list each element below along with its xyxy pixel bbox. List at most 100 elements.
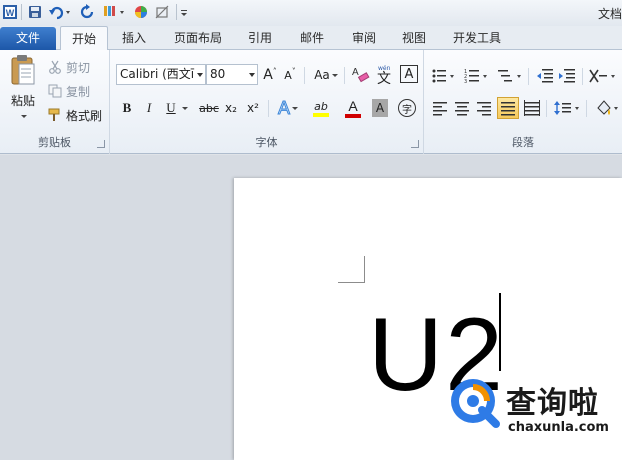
italic-button[interactable]: I: [140, 98, 158, 118]
font-dialog-launcher[interactable]: [411, 140, 419, 148]
phonetic-guide-button[interactable]: wén 文: [374, 63, 396, 85]
char-shading-button[interactable]: A: [372, 99, 388, 117]
watermark-logo-icon: [451, 379, 500, 428]
chevron-down-icon: [21, 115, 27, 118]
paragraph-group-label: 段落: [512, 136, 534, 149]
tab-home[interactable]: 开始: [60, 26, 108, 51]
char-border-label: A: [404, 66, 414, 82]
window-title: 文档: [597, 7, 622, 21]
line-spacing-icon[interactable]: [554, 100, 582, 116]
text-effects-label: A: [277, 97, 290, 118]
ribbon: 粘贴 剪切 复制 格式刷 剪贴板 Calibri (西文ī 80 A ˄ A ˅…: [0, 50, 622, 154]
chevron-down-icon: [181, 106, 188, 110]
grow-font-button[interactable]: A ˄: [262, 65, 278, 85]
bullets-icon[interactable]: [432, 68, 456, 84]
font-size-value: 80: [210, 67, 226, 81]
tab-insert[interactable]: 插入: [112, 26, 156, 50]
phonetic-glyph: 文: [377, 71, 391, 85]
paste-button[interactable]: 粘贴: [4, 54, 42, 134]
scissors-icon: [49, 60, 61, 74]
customize-qat-icon[interactable]: [179, 4, 189, 20]
enclose-characters-button[interactable]: 字: [396, 97, 418, 119]
numbering-icon[interactable]: 1 2 3: [464, 68, 490, 84]
font-size-combo[interactable]: 80: [206, 64, 258, 85]
tab-developer[interactable]: 开发工具: [446, 26, 508, 50]
justify-icon: [501, 102, 515, 116]
copy-label: 复制: [66, 84, 91, 99]
svg-text:W: W: [6, 8, 15, 18]
chevron-down-icon: [249, 73, 255, 77]
change-case-label: Aa: [314, 68, 330, 82]
eraser-icon: A: [352, 67, 370, 83]
separator: [304, 67, 305, 84]
copy-icon: [48, 84, 62, 98]
align-center-icon[interactable]: [454, 100, 470, 116]
color-wheel-icon[interactable]: [133, 4, 149, 20]
bold-button[interactable]: B: [118, 98, 136, 118]
phonetic-guide-icon: wén 文: [377, 65, 391, 85]
redo-icon[interactable]: [80, 4, 96, 20]
strikethrough-button[interactable]: abc: [198, 98, 220, 118]
paragraph-group: 1 2 3 段落: [424, 50, 622, 154]
tab-mailings[interactable]: 邮件: [292, 26, 332, 50]
chevron-down-icon: [197, 73, 203, 77]
shrink-font-button[interactable]: A ˅: [282, 65, 298, 85]
text-cursor: [499, 293, 501, 371]
grow-font-label: A: [263, 67, 273, 83]
cut-button[interactable]: 剪切: [48, 58, 90, 76]
font-name-combo[interactable]: Calibri (西文ī: [116, 64, 206, 85]
change-case-button[interactable]: Aa: [312, 65, 340, 85]
font-color-bar: [345, 114, 361, 118]
underline-label: U: [166, 100, 176, 115]
format-painter-button[interactable]: 格式刷: [48, 106, 102, 124]
separator: [528, 68, 529, 85]
clipboard-dialog-launcher[interactable]: [97, 140, 105, 148]
format-painter-label: 格式刷: [66, 108, 103, 123]
cut-label: 剪切: [66, 60, 91, 75]
caret-down-icon: ˅: [291, 66, 296, 76]
superscript-button[interactable]: x²: [244, 98, 262, 118]
char-border-button[interactable]: A: [400, 65, 418, 83]
align-right-icon[interactable]: [476, 100, 492, 116]
clear-formatting-button[interactable]: A: [350, 63, 370, 85]
tab-page-layout[interactable]: 页面布局: [164, 26, 232, 50]
separator: [176, 4, 177, 20]
highlight-label: ab: [314, 99, 328, 113]
font-group-label: 字体: [255, 136, 278, 149]
tab-file[interactable]: 文件: [0, 27, 56, 50]
decrease-indent-icon[interactable]: [536, 68, 554, 84]
tab-references[interactable]: 引用: [240, 26, 280, 50]
char-shading-label: A: [375, 101, 385, 115]
clipboard-group: 粘贴 剪切 复制 格式刷 剪贴板: [0, 50, 110, 154]
justify-button-active[interactable]: [497, 97, 519, 119]
highlight-button[interactable]: ab: [306, 97, 336, 119]
chinese-layout-icon[interactable]: [588, 66, 618, 86]
increase-indent-icon[interactable]: [558, 68, 576, 84]
svg-text:3: 3: [464, 79, 467, 84]
copy-button[interactable]: 复制: [48, 82, 90, 100]
separator: [582, 68, 583, 85]
text-effects-button[interactable]: A: [274, 97, 302, 119]
quick-access-toolbar: W 文档: [0, 0, 622, 26]
shading-icon[interactable]: [594, 98, 620, 118]
distributed-icon[interactable]: [524, 100, 540, 116]
tab-view[interactable]: 视图: [394, 26, 434, 50]
subscript-button[interactable]: x₂: [222, 98, 240, 118]
watermark-title: 查询啦: [506, 386, 599, 421]
highlight-color-bar: [313, 112, 329, 117]
save-icon[interactable]: [27, 4, 43, 20]
chevron-down-icon: [331, 73, 338, 77]
word-icon[interactable]: W: [2, 4, 18, 20]
clear-format-glyph: A: [352, 67, 359, 78]
underline-button[interactable]: U: [164, 98, 190, 118]
separator: [546, 100, 547, 117]
tab-review[interactable]: 审阅: [344, 26, 384, 50]
align-left-icon[interactable]: [432, 100, 448, 116]
format-painter-icon[interactable]: [101, 4, 127, 20]
paintbrush-icon: [48, 108, 60, 121]
separator: [344, 67, 345, 84]
clear-icon[interactable]: [154, 4, 170, 20]
multilevel-list-icon[interactable]: [498, 68, 524, 84]
font-color-button[interactable]: A: [340, 97, 366, 119]
undo-icon[interactable]: [48, 4, 72, 20]
